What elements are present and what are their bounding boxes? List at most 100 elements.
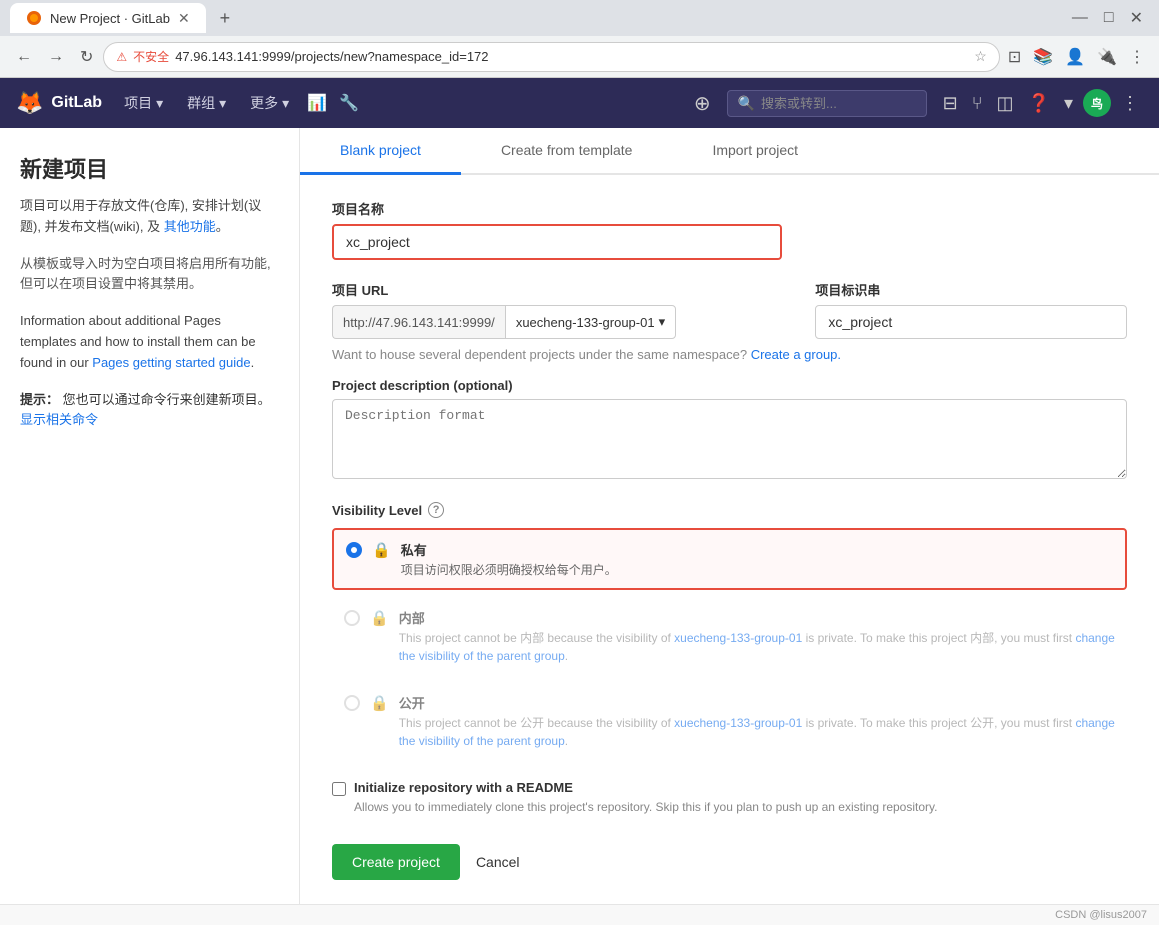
gitlab-header: 🦊 GitLab 项目 ▾ 群组 ▾ 更多 ▾ 📊 🔧 ⊕ 🔍 ⊟ ⑂ ◫ ❓ … bbox=[0, 78, 1159, 128]
description-input[interactable] bbox=[332, 399, 1127, 479]
tip-label: 提示： bbox=[20, 392, 59, 407]
browser-chrome: New Project · GitLab ✕ + — □ ✕ ← → ↻ ⚠ 不… bbox=[0, 0, 1159, 78]
back-button[interactable]: ← bbox=[10, 44, 38, 70]
private-label: 私有 bbox=[401, 540, 1113, 559]
project-slug-label: 项目标识串 bbox=[815, 280, 1127, 299]
close-tab-icon[interactable]: ✕ bbox=[178, 10, 190, 27]
project-url-label: 项目 URL bbox=[332, 280, 799, 299]
project-url-group: 项目 URL http://47.96.143.141:9999/ xueche… bbox=[332, 280, 799, 339]
init-repo-checkbox[interactable] bbox=[332, 782, 346, 796]
tab-create-template[interactable]: Create from template bbox=[461, 128, 673, 175]
page-title: 新建项目 bbox=[20, 152, 279, 184]
nav-more[interactable]: 更多 ▾ bbox=[240, 87, 299, 119]
nav-groups-label: 群组 bbox=[187, 93, 215, 113]
star-icon[interactable]: ☆ bbox=[974, 48, 987, 65]
create-project-button[interactable]: Create project bbox=[332, 844, 460, 880]
pages-guide-link[interactable]: Pages getting started guide bbox=[92, 355, 250, 370]
address-bar[interactable]: ⚠ 不安全 47.96.143.141:9999/projects/new?na… bbox=[103, 42, 999, 72]
cancel-button[interactable]: Cancel bbox=[476, 854, 520, 870]
internal-content: 内部 This project cannot be 内部 because the… bbox=[399, 608, 1115, 665]
chart-button[interactable]: 📊 bbox=[303, 89, 331, 117]
project-slug-input[interactable] bbox=[815, 305, 1127, 339]
browser-tab[interactable]: New Project · GitLab ✕ bbox=[10, 3, 206, 33]
url-slug-row: 项目 URL http://47.96.143.141:9999/ xueche… bbox=[332, 280, 1127, 339]
lock-icon: ⚠ bbox=[116, 50, 127, 64]
nav-groups[interactable]: 群组 ▾ bbox=[177, 87, 236, 119]
new-item-button[interactable]: ⊕ bbox=[690, 87, 715, 120]
internal-lock-icon: 🔒 bbox=[370, 609, 389, 627]
show-commands-link[interactable]: 显示相关命令 bbox=[20, 412, 98, 427]
search-input[interactable] bbox=[761, 96, 891, 111]
visibility-label: Visibility Level ? bbox=[332, 502, 1127, 518]
internal-group-link[interactable]: xuecheng-133-group-01 bbox=[674, 631, 802, 645]
header-right-icons: ⊟ ⑂ ◫ ❓ ▾ 鸟 ⋮ bbox=[939, 89, 1143, 118]
user-avatar[interactable]: 鸟 bbox=[1083, 89, 1111, 117]
browser-actions: ⊡ 📚 👤 🔌 ⋮ bbox=[1004, 43, 1149, 71]
namespace-select[interactable]: xuecheng-133-group-01 ▾ bbox=[505, 305, 676, 339]
settings-button[interactable]: ▾ bbox=[1060, 89, 1077, 118]
internal-desc: This project cannot be 内部 because the vi… bbox=[399, 629, 1115, 665]
project-slug-group: 项目标识串 bbox=[815, 280, 1127, 339]
new-tab-button[interactable]: + bbox=[214, 6, 237, 31]
visibility-public-option[interactable]: 🔒 公开 This project cannot be 公开 because t… bbox=[332, 683, 1127, 760]
header-search[interactable]: 🔍 bbox=[727, 90, 927, 117]
visibility-private-option[interactable]: 🔒 私有 项目访问权限必须明确授权给每个用户。 组内人员有权 bbox=[332, 528, 1127, 590]
tab-blank-project[interactable]: Blank project bbox=[300, 128, 461, 175]
gitlab-logo-text: GitLab bbox=[51, 94, 102, 112]
init-repo-row: Initialize repository with a README bbox=[332, 780, 1127, 796]
private-radio[interactable] bbox=[346, 542, 362, 558]
maximize-button[interactable]: □ bbox=[1098, 4, 1120, 32]
other-features-link[interactable]: 其他功能 bbox=[164, 219, 216, 234]
user-menu-button[interactable]: ⋮ bbox=[1117, 89, 1143, 118]
sidebar: 新建项目 项目可以用于存放文件(仓库), 安排计划(议题), 并发布文档(wik… bbox=[0, 128, 300, 904]
form-area: 项目名称 填写项目名称 项目 URL bbox=[300, 175, 1159, 904]
help-button[interactable]: ❓ bbox=[1024, 89, 1054, 118]
namespace-dropdown-icon: ▾ bbox=[659, 314, 666, 330]
project-name-input[interactable] bbox=[332, 224, 782, 260]
bookmark-button[interactable]: 📚 bbox=[1029, 43, 1057, 71]
public-radio[interactable] bbox=[344, 695, 360, 711]
nav-more-label: 更多 bbox=[250, 93, 278, 113]
project-name-label: 项目名称 bbox=[332, 199, 1127, 218]
private-lock-icon: 🔒 bbox=[372, 541, 391, 559]
forward-button[interactable]: → bbox=[42, 44, 70, 70]
dock-button[interactable]: ⊟ bbox=[939, 89, 962, 118]
create-group-link[interactable]: Create a group. bbox=[751, 347, 841, 362]
public-lock-icon: 🔒 bbox=[370, 694, 389, 712]
private-content: 私有 项目访问权限必须明确授权给每个用户。 bbox=[401, 540, 1113, 578]
internal-label: 内部 bbox=[399, 608, 1115, 627]
content-area: Blank project Create from template Impor… bbox=[300, 128, 1159, 904]
lock-label: 不安全 bbox=[133, 48, 169, 65]
nav-projects[interactable]: 项目 ▾ bbox=[114, 87, 173, 119]
description-group: Project description (optional) bbox=[332, 378, 1127, 482]
tabs-bar: Blank project Create from template Impor… bbox=[300, 128, 1159, 175]
tab-import-project[interactable]: Import project bbox=[672, 128, 838, 175]
extensions-button[interactable]: 🔌 bbox=[1093, 43, 1121, 71]
main-layout: 新建项目 项目可以用于存放文件(仓库), 安排计划(议题), 并发布文档(wik… bbox=[0, 128, 1159, 904]
visibility-internal-option[interactable]: 🔒 内部 This project cannot be 内部 because t… bbox=[332, 598, 1127, 675]
gitlab-logo[interactable]: 🦊 GitLab bbox=[16, 90, 102, 116]
minimize-button[interactable]: — bbox=[1066, 4, 1094, 32]
wrench-button[interactable]: 🔧 bbox=[335, 89, 363, 117]
public-group-link[interactable]: xuecheng-133-group-01 bbox=[674, 716, 802, 730]
browser-controls: ← → ↻ ⚠ 不安全 47.96.143.141:9999/projects/… bbox=[0, 36, 1159, 78]
title-bar: New Project · GitLab ✕ + — □ ✕ bbox=[0, 0, 1159, 36]
visibility-help-icon[interactable]: ? bbox=[428, 502, 444, 518]
issues-button[interactable]: ◫ bbox=[993, 89, 1018, 118]
menu-button[interactable]: ⋮ bbox=[1125, 43, 1149, 71]
cast-button[interactable]: ⊡ bbox=[1004, 43, 1025, 71]
private-desc: 项目访问权限必须明确授权给每个用户。 bbox=[401, 561, 1113, 578]
fork-button[interactable]: ⑂ bbox=[968, 89, 987, 118]
init-repo-section: Initialize repository with a README Allo… bbox=[332, 780, 1127, 814]
namespace-text: xuecheng-133-group-01 bbox=[516, 315, 655, 330]
visibility-label-text: Visibility Level bbox=[332, 503, 422, 518]
refresh-button[interactable]: ↻ bbox=[74, 43, 99, 71]
watermark-text: CSDN @lisus2007 bbox=[1055, 909, 1147, 921]
internal-radio[interactable] bbox=[344, 610, 360, 626]
nav-projects-label: 项目 bbox=[124, 93, 152, 113]
header-nav: 项目 ▾ 群组 ▾ 更多 ▾ 📊 🔧 bbox=[114, 87, 363, 119]
account-button[interactable]: 👤 bbox=[1061, 43, 1089, 71]
close-window-button[interactable]: ✕ bbox=[1124, 4, 1149, 32]
public-label: 公开 bbox=[399, 693, 1115, 712]
watermark: CSDN @lisus2007 bbox=[0, 904, 1159, 925]
